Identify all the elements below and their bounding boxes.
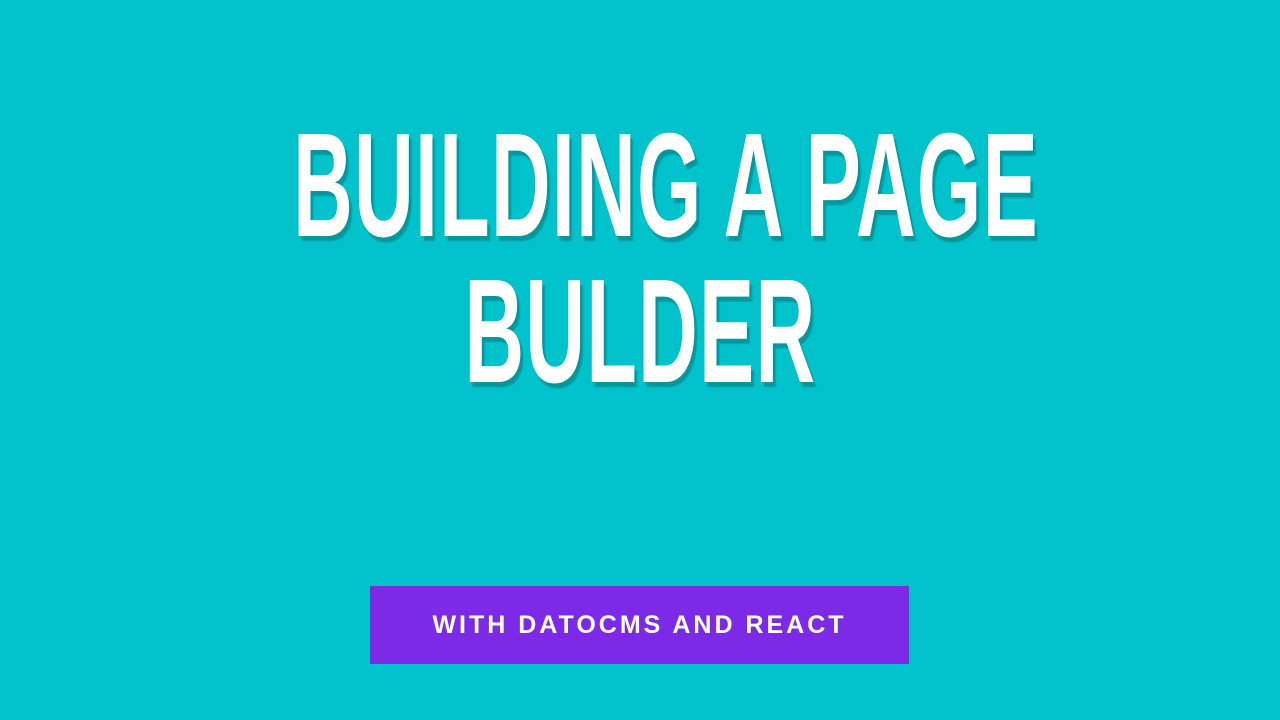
subtitle-text: WITH DATOCMS AND REACT (432, 610, 847, 639)
title-line-2: BULDER (0, 258, 1280, 406)
title-line-2-text: BULDER (463, 249, 817, 414)
subtitle-banner: WITH DATOCMS AND REACT (370, 586, 909, 664)
title-line-1: BUILDING A PAGE (0, 112, 1280, 260)
title-line-1-text: BUILDING A PAGE (293, 103, 1039, 268)
